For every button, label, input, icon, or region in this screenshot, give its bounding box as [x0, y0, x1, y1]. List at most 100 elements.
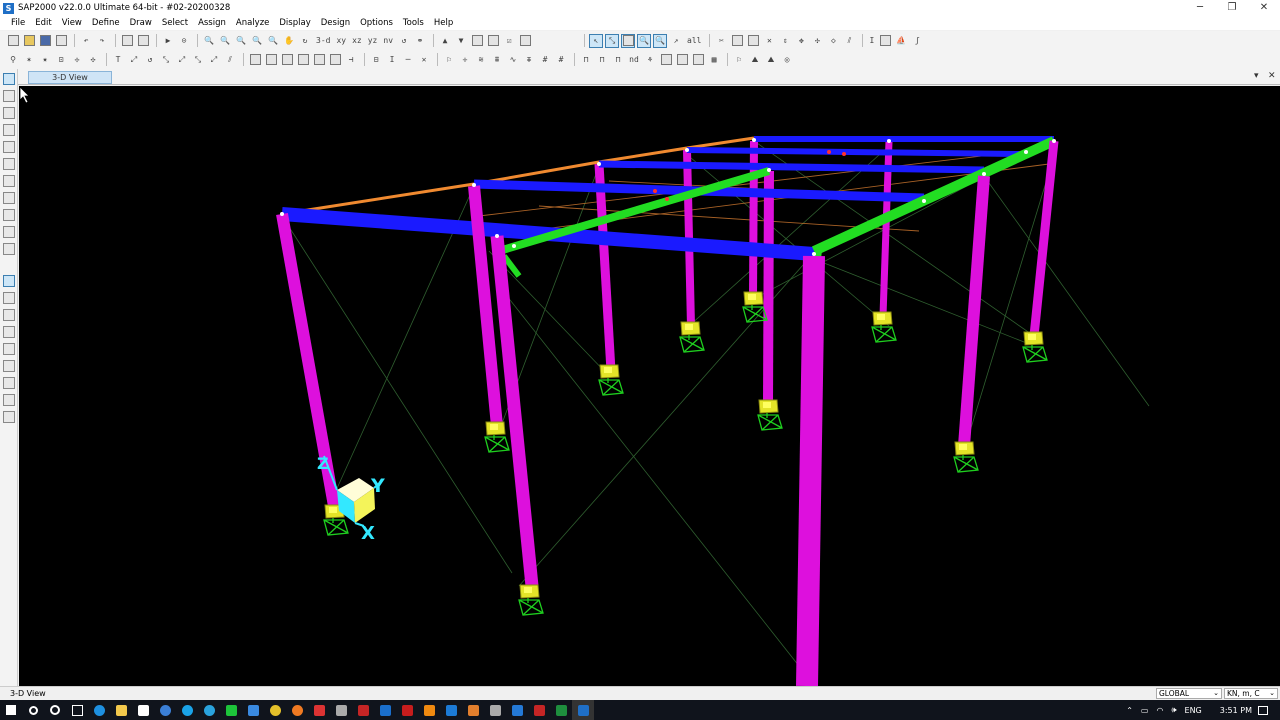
- draw-joint-icon[interactable]: [3, 107, 15, 119]
- select-all-button[interactable]: all: [685, 34, 703, 48]
- show-response-icon[interactable]: ✛: [458, 53, 472, 67]
- minimize-button[interactable]: ─: [1184, 0, 1216, 16]
- show-deformed-icon[interactable]: ⊟: [369, 53, 383, 67]
- paste-icon[interactable]: [746, 34, 760, 48]
- tool-app-icon[interactable]: [440, 700, 462, 720]
- menu-edit[interactable]: Edit: [30, 16, 56, 30]
- outlook-icon[interactable]: [374, 700, 396, 720]
- rotate-icon[interactable]: ↻: [298, 34, 312, 48]
- pen-app-icon[interactable]: [484, 700, 506, 720]
- select-window-icon[interactable]: [621, 33, 636, 48]
- store-icon[interactable]: [132, 700, 154, 720]
- lock-icon[interactable]: [136, 34, 150, 48]
- excel-icon[interactable]: [550, 700, 572, 720]
- releases-icon[interactable]: ⤢: [127, 53, 141, 67]
- zoom-previous-icon[interactable]: 🔍: [218, 34, 232, 48]
- draw-nd-icon[interactable]: nd: [627, 53, 641, 67]
- snap-joints-icon[interactable]: [3, 275, 15, 287]
- draw-surface-icon[interactable]: ⛰: [748, 53, 762, 67]
- snap-midpoints-icon[interactable]: [3, 292, 15, 304]
- snap-extra-icon[interactable]: [3, 411, 15, 423]
- insertion-point-icon[interactable]: ⤡: [159, 53, 173, 67]
- move-up-icon[interactable]: ▲: [438, 34, 452, 48]
- zoom-out-icon[interactable]: 🔍: [250, 34, 264, 48]
- set-display-icon[interactable]: ⚭: [413, 34, 427, 48]
- skype-icon[interactable]: [176, 700, 198, 720]
- area-sections-icon[interactable]: [248, 53, 262, 67]
- draw-frame-icon[interactable]: ⊓: [579, 53, 593, 67]
- select-pointer-icon[interactable]: ↖: [589, 33, 604, 48]
- draw-quad-icon[interactable]: [659, 53, 673, 67]
- frame-local-axes-icon[interactable]: ↺: [143, 53, 157, 67]
- model-3d-viewport[interactable]: Z Y X: [19, 86, 1280, 686]
- snap-intersections-icon[interactable]: [3, 309, 15, 321]
- show-wave-icon[interactable]: ⩨: [522, 53, 536, 67]
- delete-icon[interactable]: ✕: [762, 34, 776, 48]
- grid-icon[interactable]: [518, 34, 532, 48]
- frame-loads-icon[interactable]: ⫽: [223, 53, 237, 67]
- draw-link-icon[interactable]: [3, 175, 15, 187]
- draw-poly-line-icon[interactable]: [3, 141, 15, 153]
- tab-dropdown-icon[interactable]: ▾: [1254, 71, 1259, 81]
- folder-icon[interactable]: [242, 700, 264, 720]
- frame-section-icon[interactable]: [878, 34, 892, 48]
- snap-fine-grid-icon[interactable]: [3, 360, 15, 372]
- print-icon[interactable]: [54, 34, 68, 48]
- open-icon[interactable]: [22, 34, 36, 48]
- show-influence-icon[interactable]: ⚐: [442, 53, 456, 67]
- units-select[interactable]: KN, m, C ⌄: [1224, 688, 1278, 699]
- acrobat-icon[interactable]: [396, 700, 418, 720]
- view-nv-button[interactable]: nv: [381, 34, 395, 48]
- snap-all-icon[interactable]: [3, 377, 15, 389]
- local-axes-icon[interactable]: ✢: [70, 53, 84, 67]
- menu-define[interactable]: Define: [87, 16, 125, 30]
- draw-cable-icon[interactable]: ⊓: [611, 53, 625, 67]
- draw-rect-area-icon[interactable]: [3, 209, 15, 221]
- sap2000-app-icon[interactable]: S: [3, 2, 14, 14]
- joint-masses-icon[interactable]: ⊡: [54, 53, 68, 67]
- volume-icon[interactable]: 🕪: [1171, 705, 1176, 715]
- cut-icon[interactable]: ✂: [714, 34, 728, 48]
- joint-constraints-icon[interactable]: ✷: [38, 53, 52, 67]
- output-stations-icon[interactable]: ⤡: [191, 53, 205, 67]
- teams-icon[interactable]: [154, 700, 176, 720]
- line-app-icon[interactable]: [220, 700, 242, 720]
- area-loads-icon[interactable]: [280, 53, 294, 67]
- restore-view-icon[interactable]: 🔍: [266, 34, 280, 48]
- text-tool-button[interactable]: I: [867, 34, 876, 48]
- tray-chevron-up-icon[interactable]: ⌃: [1126, 706, 1133, 715]
- view-xy-button[interactable]: xy: [334, 34, 348, 48]
- clock-time[interactable]: 3:51 PM: [1220, 706, 1252, 715]
- show-virtual-work-icon[interactable]: ✕: [417, 53, 431, 67]
- show-plot-functions-icon[interactable]: ≋: [474, 53, 488, 67]
- rubber-band-icon[interactable]: ↺: [397, 34, 411, 48]
- menu-draw[interactable]: Draw: [125, 16, 157, 30]
- divide-icon[interactable]: ⫽: [842, 34, 856, 48]
- p-delta-icon[interactable]: ⤢: [207, 53, 221, 67]
- zoom-window-icon[interactable]: 🔍: [202, 34, 216, 48]
- draw-poly-area-icon[interactable]: [3, 192, 15, 204]
- show-tables-icon[interactable]: ⩩: [490, 53, 504, 67]
- undo-icon[interactable]: ↶: [79, 34, 93, 48]
- camera-icon[interactable]: [330, 700, 352, 720]
- file-explorer-icon[interactable]: [110, 700, 132, 720]
- draw-special-icon[interactable]: ⊓: [595, 53, 609, 67]
- draw-reference-icon[interactable]: ⚐: [732, 53, 746, 67]
- draw-dimension-icon[interactable]: ▦: [707, 53, 721, 67]
- red-app-icon[interactable]: [308, 700, 330, 720]
- panel-zone-icon[interactable]: ✣: [86, 53, 100, 67]
- reshape-tool-icon[interactable]: [3, 90, 15, 102]
- search-icon[interactable]: [22, 700, 44, 720]
- menu-select[interactable]: Select: [157, 16, 193, 30]
- telegram-icon[interactable]: [198, 700, 220, 720]
- draw-section-cut-icon[interactable]: [691, 53, 705, 67]
- menu-file[interactable]: File: [6, 16, 30, 30]
- refresh-icon[interactable]: [120, 34, 134, 48]
- select-zoom-icon[interactable]: 🔍: [653, 33, 668, 48]
- autocad2-icon[interactable]: [528, 700, 550, 720]
- section-views-icon[interactable]: [486, 34, 500, 48]
- blue-app-icon[interactable]: [506, 700, 528, 720]
- copy-icon[interactable]: [730, 34, 744, 48]
- tab-close-icon[interactable]: ✕: [1268, 71, 1276, 81]
- paint-app-icon[interactable]: [462, 700, 484, 720]
